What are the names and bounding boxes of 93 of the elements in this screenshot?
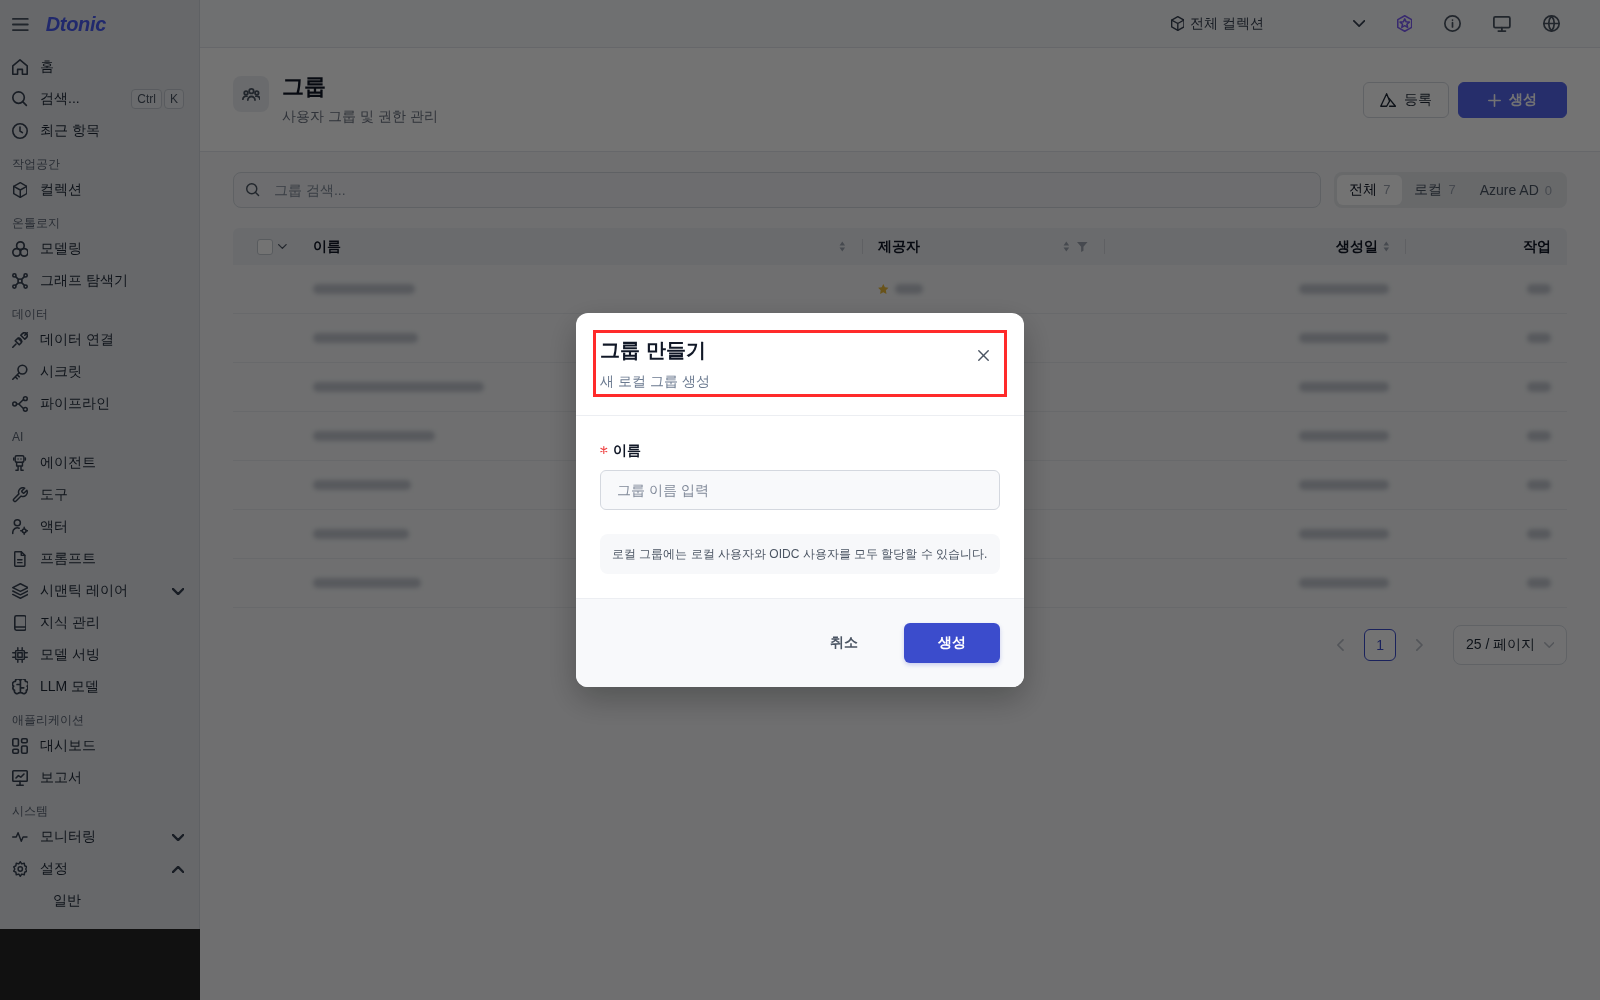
nav-item[interactable]: 대시보드	[0, 730, 199, 762]
nav-item[interactable]: 모델 서빙	[0, 639, 199, 671]
circles-icon	[11, 241, 29, 257]
checkbox[interactable]	[257, 238, 273, 255]
nav-item[interactable]: 프롬프트	[0, 543, 199, 575]
shortcut-key: Ctrl	[131, 89, 162, 109]
blurred-star-icon	[878, 284, 889, 294]
nav-item[interactable]: 검색... Ctrl K	[0, 83, 199, 115]
user-gear-icon	[11, 519, 29, 535]
sort-icon[interactable]	[1383, 241, 1390, 252]
monitor-icon[interactable]	[1493, 15, 1511, 32]
nav-item[interactable]: 최근 항목	[0, 115, 199, 147]
column-header: 작업	[1405, 228, 1567, 265]
plug-icon	[12, 332, 28, 348]
section-heading: 온톨로지	[11, 215, 61, 232]
field-label: 이름	[612, 441, 641, 460]
book-icon	[13, 615, 27, 631]
nav-item[interactable]: 설정	[0, 853, 199, 885]
nav-item[interactable]: 액터	[0, 511, 199, 543]
document-icon	[14, 551, 26, 567]
brain-icon	[11, 679, 29, 695]
robot-icon	[13, 455, 27, 471]
register-button[interactable]: 등록	[1362, 82, 1449, 118]
search-icon	[12, 91, 28, 107]
section-heading: AI	[11, 429, 25, 446]
page-title: 그룹	[282, 73, 327, 101]
close-icon[interactable]	[978, 350, 989, 361]
globe-icon[interactable]	[1543, 15, 1560, 32]
settings-icon	[12, 861, 28, 877]
info-icon[interactable]	[1444, 15, 1462, 32]
nav-item[interactable]: 파이프라인	[0, 388, 199, 420]
collection-select[interactable]: 전체 컬렉션	[1170, 14, 1365, 33]
grid-icon	[12, 738, 28, 754]
nav-item[interactable]: 홈	[0, 51, 199, 83]
triangle-icon	[1379, 93, 1396, 107]
column-header[interactable]: 이름	[297, 228, 862, 265]
hexagon-icon[interactable]	[1396, 15, 1413, 32]
column-header[interactable]: 생성일	[1104, 228, 1405, 265]
section-heading: 데이터	[11, 306, 49, 323]
layers-icon	[11, 583, 29, 599]
filter-icon[interactable]	[1077, 241, 1088, 252]
cube-icon	[12, 182, 28, 198]
page-subtitle: 사용자 그룹 및 권한 관리	[282, 107, 438, 126]
chevron-down-icon	[1543, 642, 1554, 648]
cancel-button[interactable]: 취소	[804, 623, 884, 663]
nav-item[interactable]: 보고서	[0, 762, 199, 794]
nav-item[interactable]: 도구	[0, 479, 199, 511]
home-icon	[12, 59, 28, 75]
info-note: 로컬 그룹에는 로컬 사용자와 OIDC 사용자를 모두 할당할 수 있습니다.	[600, 534, 1000, 574]
section-heading: 작업공간	[11, 156, 61, 173]
nav-item[interactable]: 시크릿	[0, 356, 199, 388]
page-button[interactable]: 1	[1364, 629, 1397, 661]
wrench-icon	[12, 487, 28, 503]
nav-item[interactable]: 데이터 연결	[0, 324, 199, 356]
nav-item[interactable]: 모델링	[0, 233, 199, 265]
branch-nodes-icon	[12, 396, 28, 412]
chip-icon	[12, 647, 28, 663]
chevron-down-icon	[1352, 20, 1365, 27]
nav-item[interactable]: 지식 관리	[0, 607, 199, 639]
name-input[interactable]: 그룹 이름 입력	[600, 470, 1000, 510]
logo[interactable]: Dtonic	[45, 12, 107, 36]
section-heading: 애플리케이션	[11, 712, 85, 729]
sort-icon[interactable]	[839, 241, 846, 252]
cube-icon	[1170, 16, 1185, 31]
nav-item[interactable]: 컬렉션	[0, 174, 199, 206]
nav-item[interactable]: LLM 모델	[0, 671, 199, 703]
menu-icon[interactable]	[12, 17, 29, 31]
column-header[interactable]: 제공자	[862, 228, 1104, 265]
section-heading: 시스템	[11, 803, 49, 820]
search-icon	[246, 183, 260, 197]
users-icon	[233, 76, 269, 112]
plus-icon	[1488, 93, 1501, 107]
graph-nodes-icon	[12, 273, 28, 289]
nav-item[interactable]: 모니터링	[0, 821, 199, 853]
sort-icon[interactable]	[1062, 241, 1070, 252]
key-icon	[12, 364, 28, 380]
clock-icon	[12, 123, 28, 139]
chevron-down-icon[interactable]	[171, 833, 184, 841]
dialog-title: 그룹 만들기	[600, 338, 707, 363]
nav-item[interactable]: 에이전트	[0, 447, 199, 479]
nav-subitem[interactable]: 일반	[0, 885, 199, 917]
shortcut-key: K	[164, 89, 184, 109]
chevron-up-icon[interactable]	[171, 865, 184, 873]
create-button[interactable]: 생성	[1458, 82, 1567, 118]
nav-item[interactable]: 시맨틱 레이어	[0, 575, 199, 607]
page-size-select[interactable]: 25 / 페이지	[1453, 625, 1567, 665]
chevron-down-icon[interactable]	[171, 587, 184, 595]
pulse-icon	[12, 832, 28, 842]
nav-item[interactable]: 그래프 탐색기	[0, 265, 199, 297]
submit-button[interactable]: 생성	[904, 623, 1000, 663]
dialog-subtitle: 새 로컬 그룹 생성	[600, 372, 710, 391]
presentation-icon	[12, 770, 28, 786]
chevron-down-icon[interactable]	[278, 244, 287, 249]
